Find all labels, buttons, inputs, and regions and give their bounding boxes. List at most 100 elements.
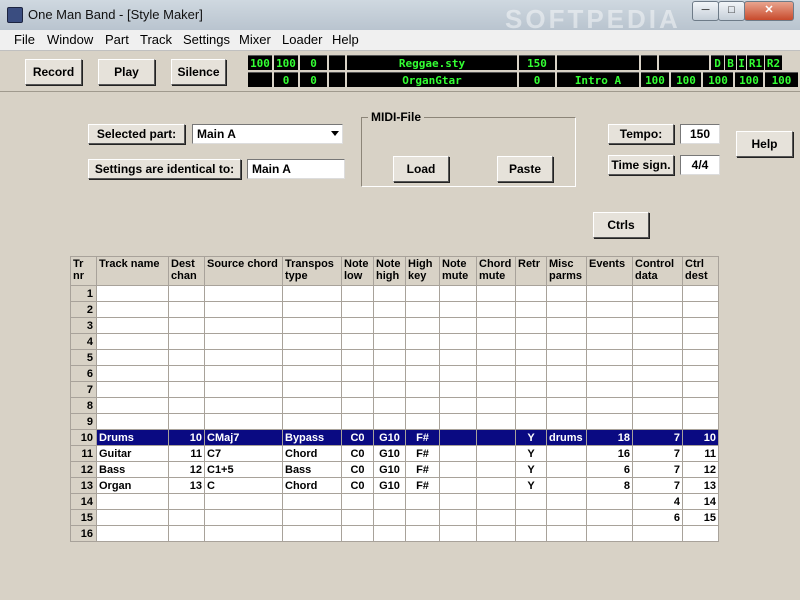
table-cell[interactable] [282, 397, 342, 414]
table-cell[interactable]: 12 [168, 461, 205, 478]
table-cell[interactable] [439, 429, 477, 446]
table-cell[interactable]: C0 [341, 461, 374, 478]
table-cell[interactable] [476, 445, 516, 462]
table-cell[interactable] [515, 349, 547, 366]
table-cell[interactable] [546, 493, 587, 510]
table-cell[interactable] [439, 365, 477, 382]
table-cell[interactable]: C0 [341, 429, 374, 446]
table-cell[interactable] [439, 493, 477, 510]
table-cell[interactable] [204, 525, 283, 542]
table-cell[interactable] [96, 349, 169, 366]
table-cell[interactable] [168, 365, 205, 382]
table-cell[interactable] [405, 365, 440, 382]
table-cell[interactable]: 7 [632, 477, 683, 494]
table-cell[interactable] [586, 285, 633, 302]
table-cell[interactable] [96, 301, 169, 318]
table-cell[interactable] [341, 397, 374, 414]
table-cell[interactable] [682, 349, 719, 366]
table-cell[interactable] [682, 333, 719, 350]
table-row[interactable]: 5 [70, 349, 719, 366]
table-cell[interactable] [282, 509, 342, 526]
table-cell[interactable] [405, 301, 440, 318]
table-cell[interactable] [546, 445, 587, 462]
table-row[interactable]: 13 Organ 13 C Chord C0 G10 F# Y 8 7 13 [70, 477, 719, 494]
table-cell[interactable] [405, 317, 440, 334]
table-cell[interactable] [476, 525, 516, 542]
record-button[interactable]: Record [25, 59, 82, 85]
menu-help[interactable]: Help [332, 32, 359, 47]
table-cell[interactable] [632, 397, 683, 414]
menu-settings[interactable]: Settings [183, 32, 230, 47]
table-cell[interactable] [586, 381, 633, 398]
column-header[interactable]: Track name [96, 256, 169, 286]
tempo-field[interactable]: 150 [680, 124, 720, 144]
menu-part[interactable]: Part [105, 32, 129, 47]
table-cell[interactable]: 4 [632, 493, 683, 510]
table-cell[interactable] [373, 493, 406, 510]
table-cell[interactable] [168, 285, 205, 302]
menu-window[interactable]: Window [47, 32, 93, 47]
table-cell[interactable] [204, 397, 283, 414]
table-cell[interactable] [515, 301, 547, 318]
table-cell[interactable]: F# [405, 461, 440, 478]
table-cell[interactable]: 10 [168, 429, 205, 446]
table-cell[interactable]: Chord [282, 477, 342, 494]
identical-settings-field[interactable]: Main A [247, 159, 345, 179]
table-cell[interactable] [682, 301, 719, 318]
table-cell[interactable] [96, 365, 169, 382]
table-cell[interactable] [168, 317, 205, 334]
table-cell[interactable] [373, 397, 406, 414]
column-header[interactable]: Note mute [439, 256, 477, 286]
table-cell[interactable] [341, 349, 374, 366]
table-cell[interactable] [515, 317, 547, 334]
table-cell[interactable] [405, 333, 440, 350]
silence-button[interactable]: Silence [171, 59, 226, 85]
table-cell[interactable] [632, 525, 683, 542]
table-cell[interactable] [282, 317, 342, 334]
table-cell[interactable] [96, 381, 169, 398]
table-cell[interactable]: C0 [341, 477, 374, 494]
table-cell[interactable] [96, 285, 169, 302]
table-row[interactable]: 7 [70, 381, 719, 398]
table-cell[interactable] [682, 413, 719, 430]
time-signature-field[interactable]: 4/4 [680, 155, 720, 175]
table-cell[interactable] [586, 397, 633, 414]
play-button[interactable]: Play [98, 59, 155, 85]
table-cell[interactable] [586, 493, 633, 510]
table-cell[interactable] [96, 525, 169, 542]
table-cell[interactable] [204, 493, 283, 510]
table-cell[interactable] [476, 477, 516, 494]
table-cell[interactable] [204, 301, 283, 318]
table-cell[interactable] [515, 333, 547, 350]
table-cell[interactable] [405, 285, 440, 302]
table-cell[interactable]: F# [405, 477, 440, 494]
table-cell[interactable] [168, 333, 205, 350]
table-cell[interactable] [515, 365, 547, 382]
table-cell[interactable] [476, 461, 516, 478]
table-cell[interactable] [439, 509, 477, 526]
table-cell[interactable] [439, 349, 477, 366]
table-cell[interactable]: Bass [96, 461, 169, 478]
table-cell[interactable] [682, 285, 719, 302]
table-cell[interactable] [373, 509, 406, 526]
table-cell[interactable] [515, 493, 547, 510]
table-cell[interactable] [439, 461, 477, 478]
table-cell[interactable]: 10 [682, 429, 719, 446]
table-cell[interactable] [515, 509, 547, 526]
table-cell[interactable]: Guitar [96, 445, 169, 462]
table-cell[interactable] [439, 381, 477, 398]
table-cell[interactable] [96, 493, 169, 510]
table-cell[interactable] [204, 365, 283, 382]
table-cell[interactable] [282, 301, 342, 318]
table-cell[interactable] [96, 413, 169, 430]
maximize-icon[interactable]: □ [718, 1, 745, 21]
table-cell[interactable] [168, 525, 205, 542]
table-cell[interactable] [546, 365, 587, 382]
table-cell[interactable] [373, 333, 406, 350]
table-cell[interactable] [546, 349, 587, 366]
table-cell[interactable]: Bass [282, 461, 342, 478]
table-cell[interactable] [373, 413, 406, 430]
table-cell[interactable] [439, 317, 477, 334]
table-cell[interactable] [586, 349, 633, 366]
table-cell[interactable] [586, 365, 633, 382]
